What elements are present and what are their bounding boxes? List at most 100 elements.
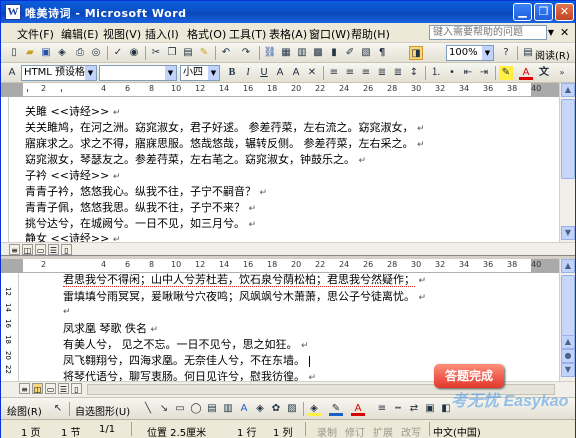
word-app-icon[interactable]: W (5, 4, 21, 20)
menu-view[interactable]: 视图(V) (103, 26, 141, 42)
web-view-icon[interactable]: ◫ (22, 244, 33, 255)
save-icon[interactable]: ▣ (39, 46, 53, 60)
vertical-ruler[interactable]: 12 14 16 18 20 22 (1, 273, 19, 381)
web-view-icon[interactable]: ◫ (32, 383, 43, 394)
select-browse-object-icon[interactable]: ● (561, 349, 575, 363)
style-select[interactable]: HTML 预设格式 ▼ (21, 65, 97, 81)
highlight-icon[interactable]: ✎ (499, 66, 513, 80)
zoom-select[interactable]: 100% ▼ (446, 45, 494, 61)
normal-view-icon[interactable]: ≡ (19, 383, 30, 394)
distribute-icon[interactable]: ≣ (391, 66, 405, 80)
top-pane-scrollbar[interactable]: ▲ ▼ (559, 83, 575, 242)
reading-view-icon[interactable]: ▯ (71, 383, 82, 394)
toolbar-options-icon[interactable]: » (555, 66, 569, 80)
document-close-icon[interactable]: ✕ (560, 26, 569, 39)
print-preview-icon[interactable]: ◎ (89, 46, 103, 60)
hyperlink-icon[interactable]: ⛓ (263, 46, 277, 60)
decrease-indent-icon[interactable]: ⇤ (461, 66, 475, 80)
italic-icon[interactable]: I (241, 66, 255, 80)
read-mode-label[interactable]: 阅读(R) (535, 47, 570, 62)
paste-icon[interactable]: ▤ (181, 46, 195, 60)
next-page-icon[interactable]: ▼ (561, 363, 575, 377)
rectangle-icon[interactable]: ▭ (173, 402, 187, 416)
clipart-icon[interactable]: ✿ (269, 402, 283, 416)
answer-complete-badge[interactable]: 答题完成 (434, 364, 504, 388)
show-hide-marks-icon[interactable]: ¶ (375, 46, 389, 60)
spelling-icon[interactable]: ✓ (111, 46, 125, 60)
research-icon[interactable]: ◉ (127, 46, 141, 60)
toggle-pane-icon[interactable]: ◨ (409, 46, 423, 60)
bold-icon[interactable]: B (225, 66, 239, 80)
draw-menu[interactable]: 绘图(R) (7, 403, 42, 418)
menu-edit[interactable]: 编辑(E) (61, 26, 99, 42)
dash-style-icon[interactable]: ┅ (391, 402, 405, 416)
font-color-icon[interactable]: A (519, 66, 533, 80)
drawing-icon[interactable]: ✐ (343, 46, 357, 60)
line-icon[interactable]: ╲ (141, 402, 155, 416)
copy-icon[interactable]: ❐ (165, 46, 179, 60)
scroll-up-icon[interactable]: ▲ (561, 83, 575, 97)
line-style-icon[interactable]: ≡ (375, 402, 389, 416)
menu-file[interactable]: 文件(F) (17, 26, 54, 42)
help-dropdown-icon[interactable]: ▼ (546, 25, 556, 40)
align-left-icon[interactable]: ≡ (327, 66, 341, 80)
maximize-button[interactable]: ❐ (534, 3, 553, 21)
diagram-icon[interactable]: ◈ (253, 402, 267, 416)
print-icon[interactable]: ⎙ (73, 46, 87, 60)
bottom-pane-scrollbar[interactable]: ▲ ▲ ● ▼ (559, 259, 575, 381)
border-icon[interactable]: A (273, 66, 287, 80)
top-document-pane[interactable]: 关雎 <<诗经>> ↵ 关关雎鸠，在河之洲。窈窕淑女，君子好逑。 参差荇菜，左右… (9, 97, 559, 245)
shadow-icon[interactable]: ▣ (423, 402, 437, 416)
cut-icon[interactable]: ✂ (149, 46, 163, 60)
increase-indent-icon[interactable]: ⇥ (477, 66, 491, 80)
status-extend[interactable]: 扩展 (373, 424, 393, 438)
oval-icon[interactable]: ◯ (189, 402, 203, 416)
reading-view-icon[interactable]: ▯ (61, 244, 72, 255)
fill-color-icon[interactable]: ◈ (307, 402, 321, 416)
char-scale-icon[interactable]: ✕ (305, 66, 319, 80)
styles-pane-icon[interactable]: A (5, 66, 19, 80)
menu-window[interactable]: 窗口(W) (309, 26, 350, 42)
wordart-icon[interactable]: A (237, 402, 251, 416)
draw-font-color-icon[interactable]: A (351, 402, 365, 416)
format-painter-icon[interactable]: ✎ (197, 46, 211, 60)
scroll-down-icon[interactable]: ▼ (561, 226, 575, 240)
menu-help[interactable]: 帮助(H) (351, 26, 390, 42)
arrow-icon[interactable]: ↘ (157, 402, 171, 416)
menu-table[interactable]: 表格(A) (269, 26, 307, 42)
line-spacing-icon[interactable]: ↕ (407, 66, 421, 80)
justify-icon[interactable]: ≣ (375, 66, 389, 80)
read-mode-icon[interactable]: ▤ (521, 46, 535, 60)
outline-view-icon[interactable]: ☰ (48, 244, 59, 255)
underline-icon[interactable]: U (257, 66, 271, 80)
document-map-icon[interactable]: ▧ (359, 46, 373, 60)
arrow-style-icon[interactable]: ⇄ (407, 402, 421, 416)
phonetic-guide-icon[interactable]: 文 (537, 66, 551, 80)
undo-icon[interactable]: ↶ (219, 46, 233, 60)
textbox-icon[interactable]: ▤ (205, 402, 219, 416)
close-button[interactable]: ✕ (555, 3, 574, 21)
print-view-icon[interactable]: ▭ (45, 383, 56, 394)
select-objects-icon[interactable]: ↖ (51, 402, 65, 416)
status-overtype[interactable]: 改写 (401, 424, 421, 438)
scroll-up-icon[interactable]: ▲ (561, 259, 575, 273)
char-shading-icon[interactable]: A (289, 66, 303, 80)
status-track-changes[interactable]: 修订 (345, 424, 365, 438)
numbering-icon[interactable]: ⒈ (429, 66, 443, 80)
print-view-icon[interactable]: ▭ (35, 244, 46, 255)
tables-borders-icon[interactable]: ▦ (279, 46, 293, 60)
menu-insert[interactable]: 插入(I) (145, 26, 179, 42)
help-icon[interactable]: ? (499, 46, 513, 60)
insert-table-icon[interactable]: ▥ (295, 46, 309, 60)
columns-icon[interactable]: ▮ (327, 46, 341, 60)
font-size-select[interactable]: 小四 ▼ (180, 65, 220, 81)
menu-format[interactable]: 格式(O) (187, 26, 226, 42)
help-search-input[interactable]: 键入需要帮助的问题 (429, 25, 547, 40)
outline-view-icon[interactable]: ☰ (58, 383, 69, 394)
status-record[interactable]: 录制 (317, 424, 337, 438)
insert-excel-icon[interactable]: ▩ (311, 46, 325, 60)
prev-page-icon[interactable]: ▲ (561, 335, 575, 349)
bullets-icon[interactable]: • (445, 66, 459, 80)
normal-view-icon[interactable]: ≡ (9, 244, 20, 255)
redo-icon[interactable]: ↷ (239, 46, 253, 60)
